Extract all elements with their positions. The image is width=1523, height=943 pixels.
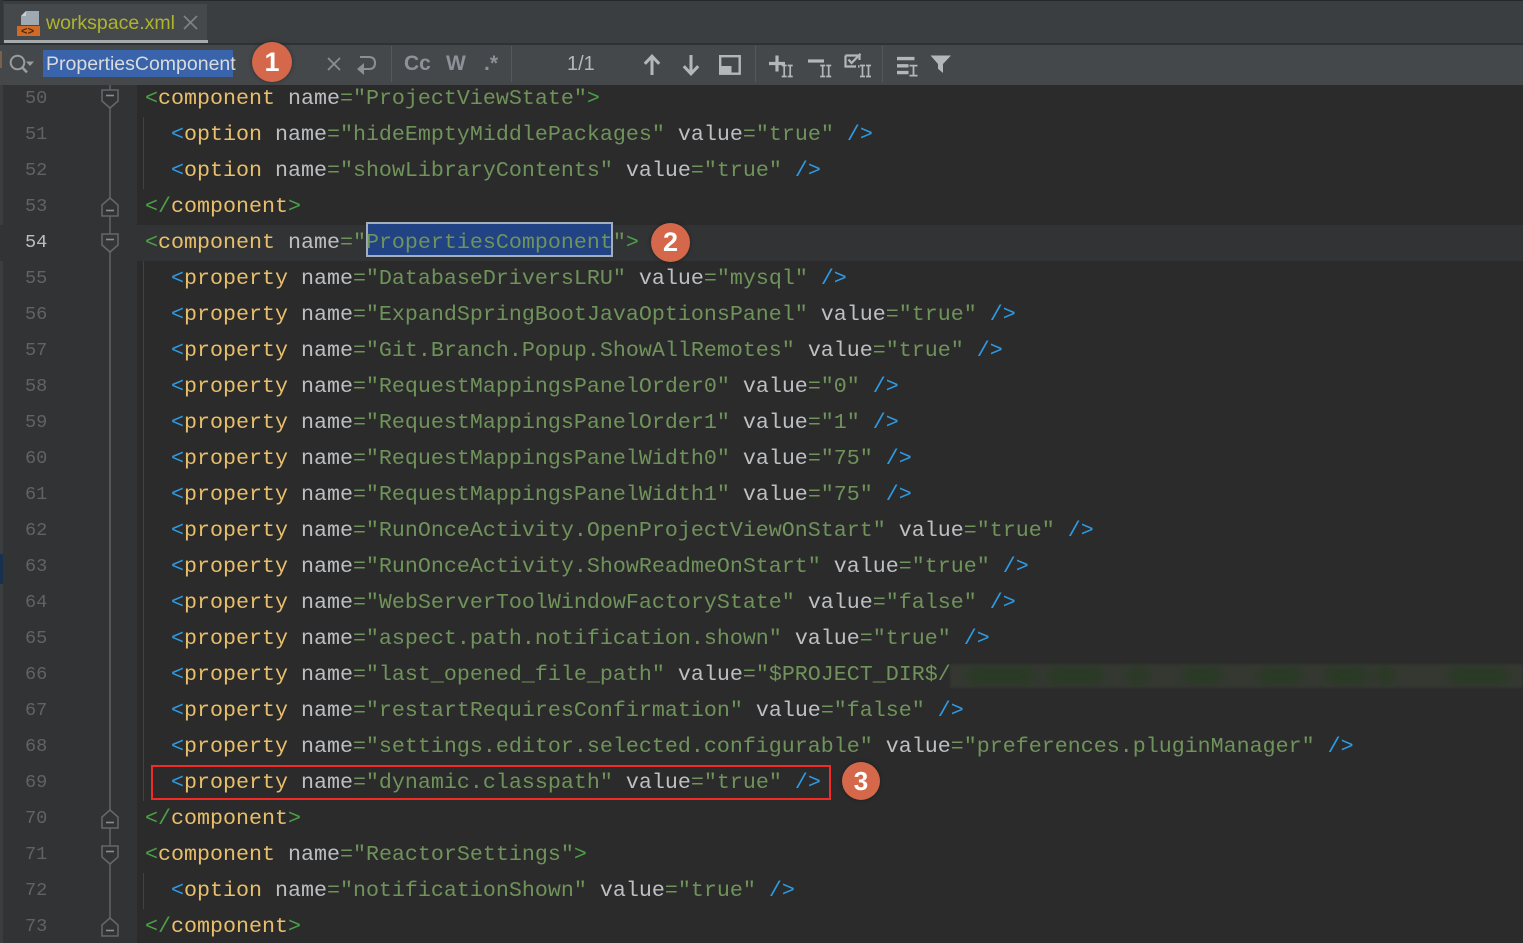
svg-text:<>: <>	[21, 27, 35, 37]
